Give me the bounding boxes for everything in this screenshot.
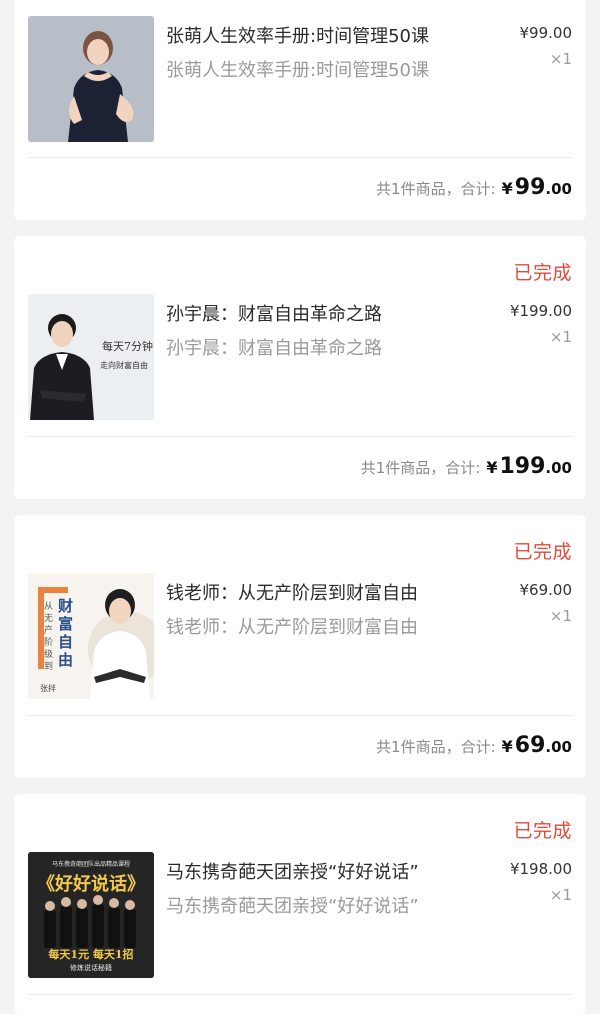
order-summary: 共1件商品，合计: ¥ 99 .00 <box>376 175 572 200</box>
thumb-text: 富 <box>58 615 73 633</box>
item-price: ¥99.00 <box>519 24 573 42</box>
total-currency: ¥ <box>486 458 498 477</box>
thumb-text: 级 <box>44 648 53 660</box>
course-thumbnail[interactable] <box>28 16 154 142</box>
thumb-text: 张拌 <box>40 683 56 693</box>
total-amount: 199 <box>499 454 546 479</box>
total-decimal: .00 <box>545 180 572 198</box>
thumb-text: 从 <box>44 601 53 612</box>
course-subtitle: 孙宇晨：财富自由革命之路 <box>166 338 382 359</box>
order-item[interactable]: 财 富 自 由 从 无 产 阶 级 到 张拌 钱老师：从无产阶层到财富自由 钱老… <box>28 573 572 701</box>
order-item[interactable]: 张萌人生效率手册:时间管理50课 张萌人生效率手册:时间管理50课 ¥99.00… <box>28 16 572 144</box>
thumb-text: 无 <box>44 613 53 624</box>
divider <box>28 436 572 437</box>
order-item[interactable]: 每天7分钟 走向财富自由 孙宇晨：财富自由革命之路 孙宇晨：财富自由革命之路 ¥… <box>28 294 572 422</box>
order-status: 已完成 <box>513 820 572 842</box>
order-summary: 共1件商品，合计: ¥ 199 .00 <box>361 454 572 479</box>
thumb-text: 产 <box>44 624 53 636</box>
summary-label: 共1件商品，合计: <box>360 459 481 477</box>
thumb-text: 每天7分钟 <box>102 339 153 353</box>
item-price: ¥198.00 <box>509 860 572 878</box>
total-currency: ¥ <box>501 179 513 198</box>
total-decimal: .00 <box>545 459 572 477</box>
summary-label: 共1件商品，合计: <box>376 738 496 756</box>
item-quantity: ×1 <box>549 50 572 68</box>
item-price: ¥199.00 <box>509 302 572 320</box>
item-quantity: ×1 <box>549 886 572 904</box>
course-thumbnail[interactable]: 财 富 自 由 从 无 产 阶 级 到 张拌 <box>28 573 154 699</box>
course-subtitle: 马东携奇葩天团亲授“好好说话” <box>166 896 419 917</box>
total-amount: 69 <box>514 733 546 758</box>
total-decimal: .00 <box>545 738 572 756</box>
order-summary: 共1件商品，合计: ¥ 69 .00 <box>376 733 572 758</box>
thumb-text: 走向财富自由 <box>100 360 148 370</box>
order-card[interactable]: 已完成 马东携奇葩团队出品精品课程 《好好说话》 每天1元 每天1招 修炼说话秘… <box>14 794 586 1014</box>
total-amount: 99 <box>514 175 546 200</box>
course-subtitle: 钱老师：从无产阶层到财富自由 <box>166 617 418 638</box>
item-quantity: ×1 <box>549 607 572 625</box>
instructor-photo-icon: 马东携奇葩团队出品精品课程 《好好说话》 每天1元 每天1招 修炼说话秘籍 <box>28 852 154 978</box>
thumb-text: 由 <box>58 651 73 669</box>
course-title: 钱老师：从无产阶层到财富自由 <box>166 583 418 604</box>
instructor-photo-icon: 每天7分钟 走向财富自由 <box>28 294 154 420</box>
instructor-photo-icon: 财 富 自 由 从 无 产 阶 级 到 张拌 <box>28 573 154 699</box>
thumb-text: 财 <box>58 597 73 615</box>
order-item[interactable]: 马东携奇葩团队出品精品课程 《好好说话》 每天1元 每天1招 修炼说话秘籍 马东… <box>28 852 572 980</box>
course-title: 马东携奇葩天团亲授“好好说话” <box>166 862 419 883</box>
item-price: ¥69.00 <box>519 581 573 599</box>
divider <box>28 157 572 158</box>
thumb-text: 每天1元 每天1招 <box>48 947 133 961</box>
divider <box>28 994 572 995</box>
order-status: 已完成 <box>513 262 572 284</box>
total-currency: ¥ <box>501 737 513 756</box>
order-card[interactable]: 张萌人生效率手册:时间管理50课 张萌人生效率手册:时间管理50课 ¥99.00… <box>14 0 586 220</box>
item-quantity: ×1 <box>549 328 572 346</box>
divider <box>28 715 572 716</box>
course-title: 孙宇晨：财富自由革命之路 <box>166 304 382 325</box>
course-title: 张萌人生效率手册:时间管理50课 <box>166 26 429 47</box>
thumb-text: 马东携奇葩团队出品精品课程 <box>52 860 130 868</box>
course-thumbnail[interactable]: 马东携奇葩团队出品精品课程 《好好说话》 每天1元 每天1招 修炼说话秘籍 <box>28 852 154 978</box>
instructor-photo-icon <box>28 16 154 142</box>
order-card[interactable]: 已完成 每天7分钟 走向财富自由 孙宇晨：财富自由革命之路 孙宇晨：财富自由革命… <box>14 236 586 499</box>
course-thumbnail[interactable]: 每天7分钟 走向财富自由 <box>28 294 154 420</box>
thumb-text: 阶 <box>44 636 53 648</box>
order-status: 已完成 <box>513 541 572 563</box>
thumb-text: 自 <box>58 633 73 651</box>
thumb-text: 修炼说话秘籍 <box>70 963 112 972</box>
order-card[interactable]: 已完成 财 富 自 由 从 无 产 阶 级 到 张拌 钱老师：从无产阶层到财富自… <box>14 515 586 778</box>
course-subtitle: 张萌人生效率手册:时间管理50课 <box>166 60 429 81</box>
thumb-text: 到 <box>44 660 53 672</box>
thumb-text: 《好好说话》 <box>37 873 145 895</box>
summary-label: 共1件商品，合计: <box>376 180 496 198</box>
